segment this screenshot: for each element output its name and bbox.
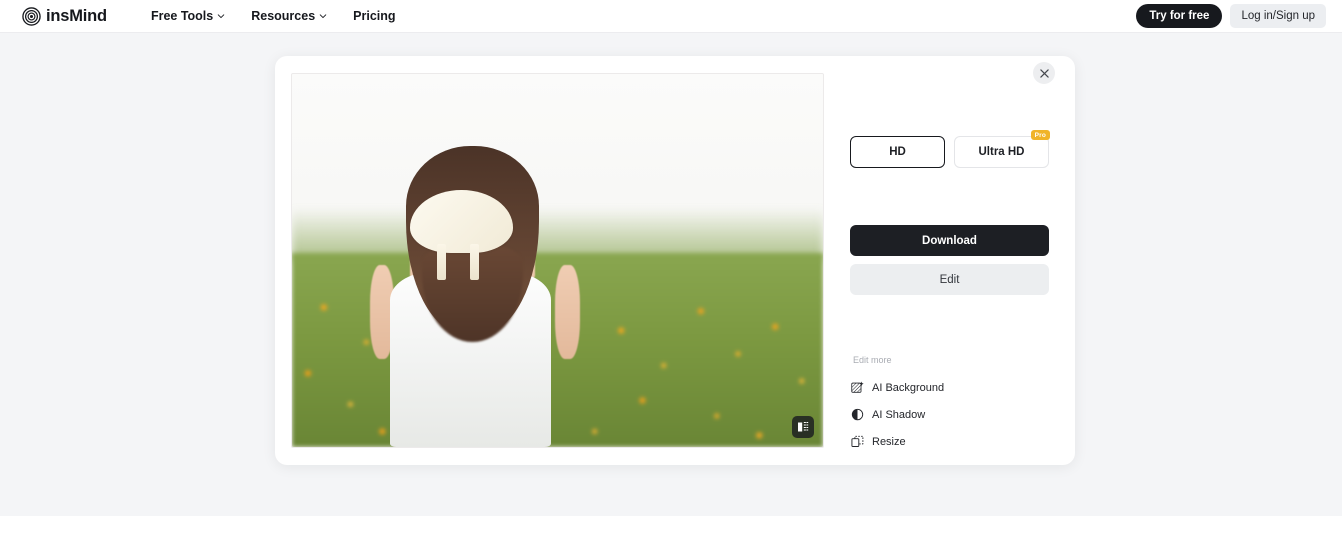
- nav-item-resources-label: Resources: [251, 9, 316, 23]
- result-modal: HD Ultra HD Pro Download Edit Edit more: [275, 56, 1075, 465]
- brand-logo-link[interactable]: insMind: [22, 7, 107, 26]
- quality-option-ultra-hd-label: Ultra HD: [978, 146, 1025, 158]
- quality-selector: HD Ultra HD Pro: [850, 130, 1050, 168]
- compare-before-after-button[interactable]: [792, 416, 814, 438]
- nav-item-pricing[interactable]: Pricing: [353, 9, 395, 23]
- edit-more-item-ai-background-label: AI Background: [872, 381, 945, 394]
- header-actions: Try for free Log in/Sign up: [1136, 4, 1326, 28]
- download-button[interactable]: Download: [850, 225, 1049, 256]
- concentric-circles-logo-icon: [22, 6, 41, 26]
- quality-option-hd-label: HD: [889, 146, 906, 158]
- edit-more-item-ai-background[interactable]: AI Background: [851, 374, 1051, 401]
- ai-background-icon: [851, 381, 864, 393]
- modal-actions-panel: HD Ultra HD Pro Download Edit Edit more: [840, 56, 1075, 465]
- edit-more-title: Edit more: [853, 355, 892, 365]
- edit-more-item-ai-shadow[interactable]: AI Shadow: [851, 401, 1051, 428]
- brand-name: insMind: [46, 6, 107, 25]
- photo-subject: [361, 134, 584, 447]
- quality-option-ultra-hd[interactable]: Ultra HD Pro: [954, 130, 1050, 168]
- chevron-down-icon: [217, 14, 225, 19]
- site-header: insMind Free Tools Resources Pricing Try…: [0, 0, 1342, 33]
- resize-icon: [851, 435, 864, 447]
- edit-more-item-resize-label: Resize: [872, 435, 906, 448]
- result-photo: [292, 74, 823, 447]
- chevron-down-icon: [319, 14, 327, 19]
- main-nav: Free Tools Resources Pricing: [151, 9, 396, 23]
- edit-more-item-resize[interactable]: Resize: [851, 428, 1051, 455]
- pro-badge: Pro: [1030, 130, 1050, 140]
- edit-more-item-ai-shadow-label: AI Shadow: [872, 408, 926, 421]
- compare-split-icon: [798, 422, 809, 432]
- image-preview[interactable]: [291, 73, 824, 448]
- ai-shadow-icon: [851, 408, 864, 421]
- photo-subject-right-arm: [555, 265, 580, 360]
- quality-option-hd[interactable]: HD: [850, 136, 945, 168]
- try-for-free-button[interactable]: Try for free: [1136, 4, 1223, 28]
- nav-item-pricing-label: Pricing: [353, 9, 396, 23]
- page-root: insMind Free Tools Resources Pricing Try…: [0, 0, 1342, 545]
- login-signup-button[interactable]: Log in/Sign up: [1230, 4, 1326, 28]
- nav-item-free-tools-label: Free Tools: [150, 9, 214, 23]
- nav-item-resources[interactable]: Resources: [251, 9, 327, 23]
- edit-button[interactable]: Edit: [850, 264, 1049, 295]
- nav-item-free-tools[interactable]: Free Tools: [151, 9, 225, 23]
- edit-more-list: AI Background AI Shadow Resize: [851, 374, 1051, 455]
